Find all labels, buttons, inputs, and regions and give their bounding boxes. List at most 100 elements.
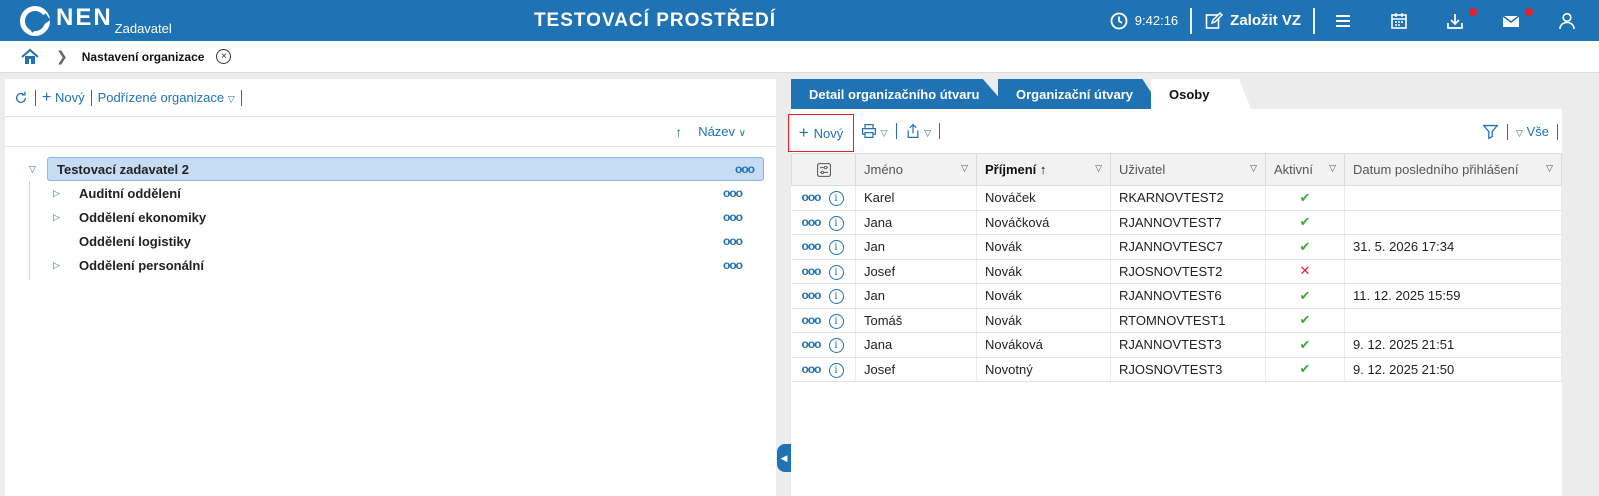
cell-aktivni-check-icon: ✔ [1265, 185, 1345, 211]
table-row[interactable]: ooo i Tomáš Novák RTOMNOVTEST1 ✔ [791, 308, 1562, 333]
column-filter-icon[interactable]: ▽ [1546, 163, 1553, 174]
expand-toggle-icon[interactable]: ▷ [53, 260, 60, 271]
more-options-icon[interactable]: ooo [723, 186, 743, 200]
more-options-icon[interactable]: ooo [802, 362, 822, 376]
refresh-icon[interactable] [13, 90, 29, 106]
table-row[interactable]: ooo i Josef Novák RJOSNOVTEST2 ✕ [791, 259, 1562, 284]
column-header-prijmeni[interactable]: Příjmení ↑ ▽ [976, 153, 1111, 186]
table-row[interactable]: ooo i Karel Nováček RKARNOVTEST2 ✔ [791, 185, 1562, 211]
row-actions: ooo i [791, 332, 856, 358]
tree-node[interactable]: ▷ Oddělení ekonomiky ooo [5, 205, 776, 229]
cell-datum [1344, 210, 1562, 235]
table-tools: ▽ ▽ [861, 123, 948, 139]
tree-node-label: Oddělení ekonomiky [79, 209, 207, 225]
plus-icon: + [798, 123, 809, 142]
tree-sort-bar: ↑ Název ∨ [5, 117, 776, 147]
expand-toggle-icon[interactable]: ▷ [53, 212, 60, 223]
info-icon[interactable]: i [828, 289, 844, 305]
mail-icon [1502, 14, 1520, 27]
more-options-icon[interactable]: ooo [802, 264, 822, 278]
info-icon[interactable]: i [828, 338, 844, 354]
info-icon[interactable]: i [828, 240, 844, 256]
table-row[interactable]: ooo i Jana Nováková RJANNOVTEST3 ✔ 9. 12.… [791, 332, 1562, 358]
more-options-icon[interactable]: ooo [802, 215, 822, 229]
more-options-icon[interactable]: ooo [723, 258, 743, 272]
filter-icon[interactable] [1482, 123, 1499, 140]
download-icon [1447, 13, 1463, 29]
cell-uzivatel: RJANNOVTESC7 [1110, 234, 1266, 260]
column-filter-icon[interactable]: ▽ [1095, 163, 1102, 174]
home-icon[interactable] [20, 47, 40, 67]
more-options-icon[interactable]: ooo [802, 288, 822, 302]
filter-tools: ▽ Vše [1482, 123, 1558, 140]
table-row[interactable]: ooo i Jan Novák RJANNOVTEST6 ✔ 11. 12. 20… [791, 283, 1562, 309]
breadcrumb: ❯ Nastavení organizace × [0, 41, 1599, 73]
menu-button[interactable] [1315, 0, 1371, 41]
close-icon[interactable]: × [216, 49, 232, 64]
info-icon[interactable]: i [828, 362, 844, 378]
view-all-dropdown[interactable]: ▽ Vše [1516, 124, 1549, 139]
tree-node-label: Oddělení logistiky [79, 233, 191, 249]
tree-new-button[interactable]: + Nový [42, 89, 85, 107]
downloads-button[interactable] [1427, 0, 1483, 41]
cell-uzivatel: RKARNOVTEST2 [1110, 185, 1266, 211]
column-filter-icon[interactable]: ▽ [1250, 163, 1257, 174]
edit-icon [1205, 11, 1224, 29]
row-actions: ooo i [791, 210, 856, 235]
more-options-icon[interactable]: ooo [723, 210, 743, 224]
table-row[interactable]: ooo i Jana Nováčková RJANNOVTEST7 ✔ [791, 210, 1562, 235]
triangle-down-icon: ▽ [880, 128, 888, 138]
column-header-aktivni[interactable]: Aktivní ▽ [1265, 153, 1345, 186]
sort-ascending-icon[interactable]: ↑ [675, 124, 682, 140]
chevron-right-icon: ❯ [56, 48, 68, 64]
sub-orgs-dropdown[interactable]: Podřízené organizace ▽ [98, 90, 235, 105]
column-filter-icon[interactable]: ▽ [961, 163, 968, 174]
panel-collapse-handle[interactable]: ◀ [777, 444, 791, 472]
more-options-icon[interactable]: ooo [723, 234, 743, 248]
cell-datum: 31. 5. 2026 17:34 [1344, 234, 1562, 260]
cell-jmeno: Josef [855, 357, 977, 382]
more-options-icon[interactable]: ooo [802, 337, 822, 351]
expand-toggle-icon[interactable]: ▽ [29, 164, 36, 175]
share-icon [907, 123, 918, 138]
info-icon[interactable]: i [828, 191, 844, 207]
cell-datum [1344, 259, 1562, 284]
tree-node[interactable]: ▷ Oddělení personální ooo [5, 253, 776, 277]
tree-node-root[interactable]: ▽ Testovací zadavatel 2 ooo [5, 157, 776, 181]
info-icon[interactable]: i [828, 313, 844, 329]
messages-button[interactable] [1483, 0, 1539, 41]
info-icon[interactable]: i [828, 215, 844, 231]
plus-icon: + [42, 88, 52, 106]
expand-toggle-icon[interactable]: ▷ [53, 188, 60, 199]
print-dropdown[interactable]: ▽ [861, 123, 888, 139]
divider [240, 89, 242, 106]
tree-node-label: Testovací zadavatel 2 [57, 161, 189, 177]
column-header-uzivatel[interactable]: Uživatel ▽ [1110, 153, 1266, 186]
create-vz-button[interactable]: Založit VZ [1192, 0, 1313, 41]
tree-node[interactable]: ▷ Auditní oddělení ooo [5, 181, 776, 205]
column-filter-icon[interactable]: ▽ [1329, 163, 1336, 174]
more-options-icon[interactable]: ooo [802, 313, 822, 327]
tab-org-units[interactable]: Organizační útvary [998, 79, 1162, 109]
print-icon [862, 124, 876, 138]
breadcrumb-current[interactable]: Nastavení organizace [82, 50, 205, 64]
tree-node[interactable]: Oddělení logistiky ooo [5, 229, 776, 253]
add-person-button[interactable]: + Nový [788, 114, 854, 152]
more-options-icon[interactable]: ooo [802, 239, 822, 253]
more-options-icon[interactable]: ooo [802, 190, 822, 204]
column-header-jmeno[interactable]: Jméno ▽ [855, 153, 977, 186]
table-row[interactable]: ooo i Josef Novotný RJOSNOVTEST3 ✔ 9. 12.… [791, 357, 1562, 382]
sort-field-dropdown[interactable]: Název ∨ [698, 124, 746, 139]
row-actions: ooo i [791, 283, 856, 309]
tab-detail[interactable]: Detail organizačního útvaru [791, 79, 1009, 109]
info-icon[interactable]: i [828, 264, 844, 280]
table-row[interactable]: ooo i Jan Novák RJANNOVTESC7 ✔ 31. 5. 202… [791, 234, 1562, 260]
user-button[interactable] [1539, 0, 1599, 41]
export-dropdown[interactable]: ▽ [905, 123, 931, 139]
calendar-button[interactable] [1371, 0, 1427, 41]
tab-persons[interactable]: Osoby [1151, 79, 1251, 109]
more-options-icon[interactable]: ooo [735, 162, 755, 176]
column-settings-header[interactable] [791, 153, 856, 186]
column-header-datum[interactable]: Datum posledního přihlášení ▽ [1344, 153, 1562, 186]
tree-node-root-label-box[interactable]: Testovací zadavatel 2 ooo [47, 157, 764, 181]
